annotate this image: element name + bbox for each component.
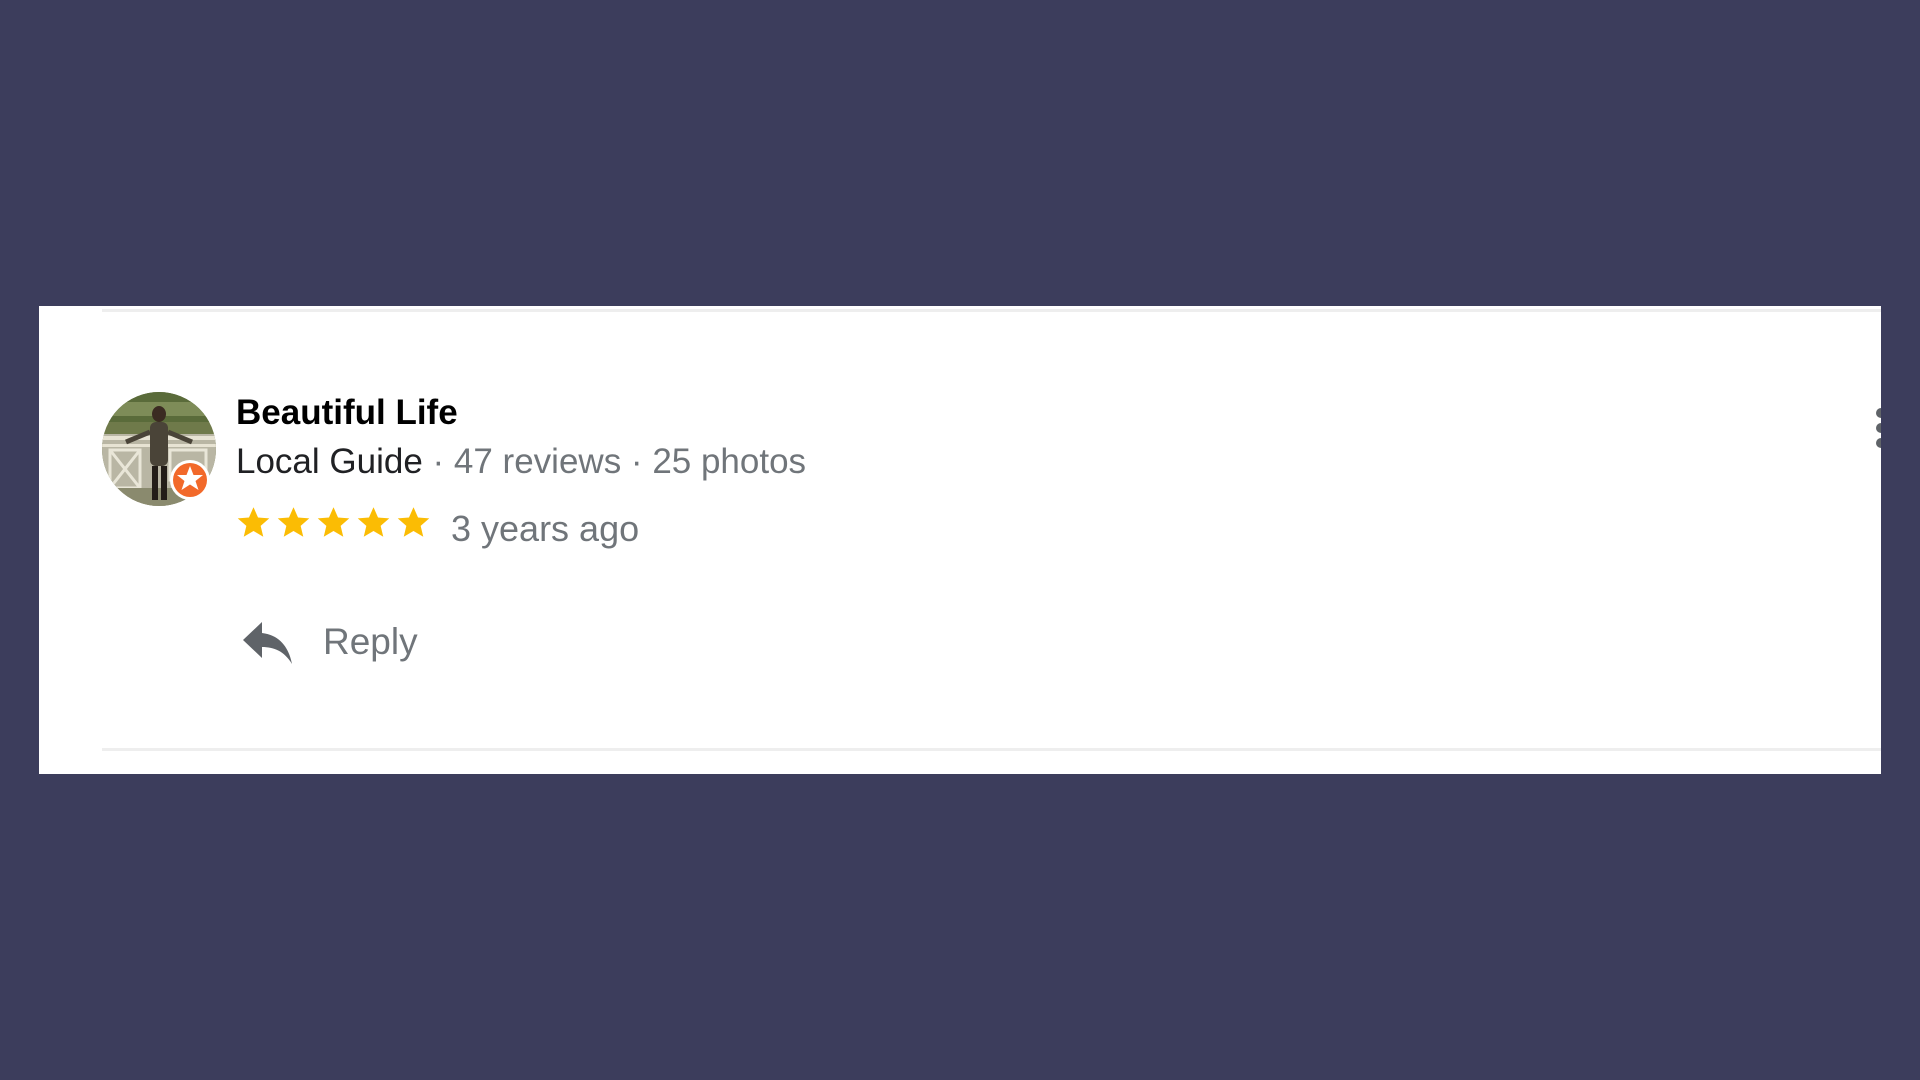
local-guide-star-icon <box>169 459 211 501</box>
author-meta: Local Guide · 47 reviews · 25 photos <box>236 442 806 482</box>
reply-arrow-icon <box>243 622 292 664</box>
photos-count: 25 photos <box>652 442 807 481</box>
star-icon <box>277 507 310 537</box>
meta-separator: · <box>422 442 454 481</box>
more-vert-icon[interactable] <box>1869 406 1881 454</box>
bottom-divider <box>102 748 1881 751</box>
review-card: Beautiful Life Local Guide · 47 reviews … <box>39 306 1881 774</box>
reply-button[interactable]: Reply <box>240 613 418 671</box>
star-icon <box>317 507 350 537</box>
meta-separator: · <box>621 442 653 481</box>
review-time: 3 years ago <box>451 508 640 549</box>
star-icon <box>237 507 270 537</box>
author-name[interactable]: Beautiful Life <box>236 393 458 433</box>
reply-label: Reply <box>323 621 418 662</box>
star-rating <box>236 505 431 540</box>
star-icon <box>397 507 430 537</box>
local-guide-label: Local Guide <box>236 442 423 481</box>
reviews-count: 47 reviews <box>453 442 622 481</box>
top-divider <box>102 309 1881 312</box>
star-icon <box>357 507 390 537</box>
